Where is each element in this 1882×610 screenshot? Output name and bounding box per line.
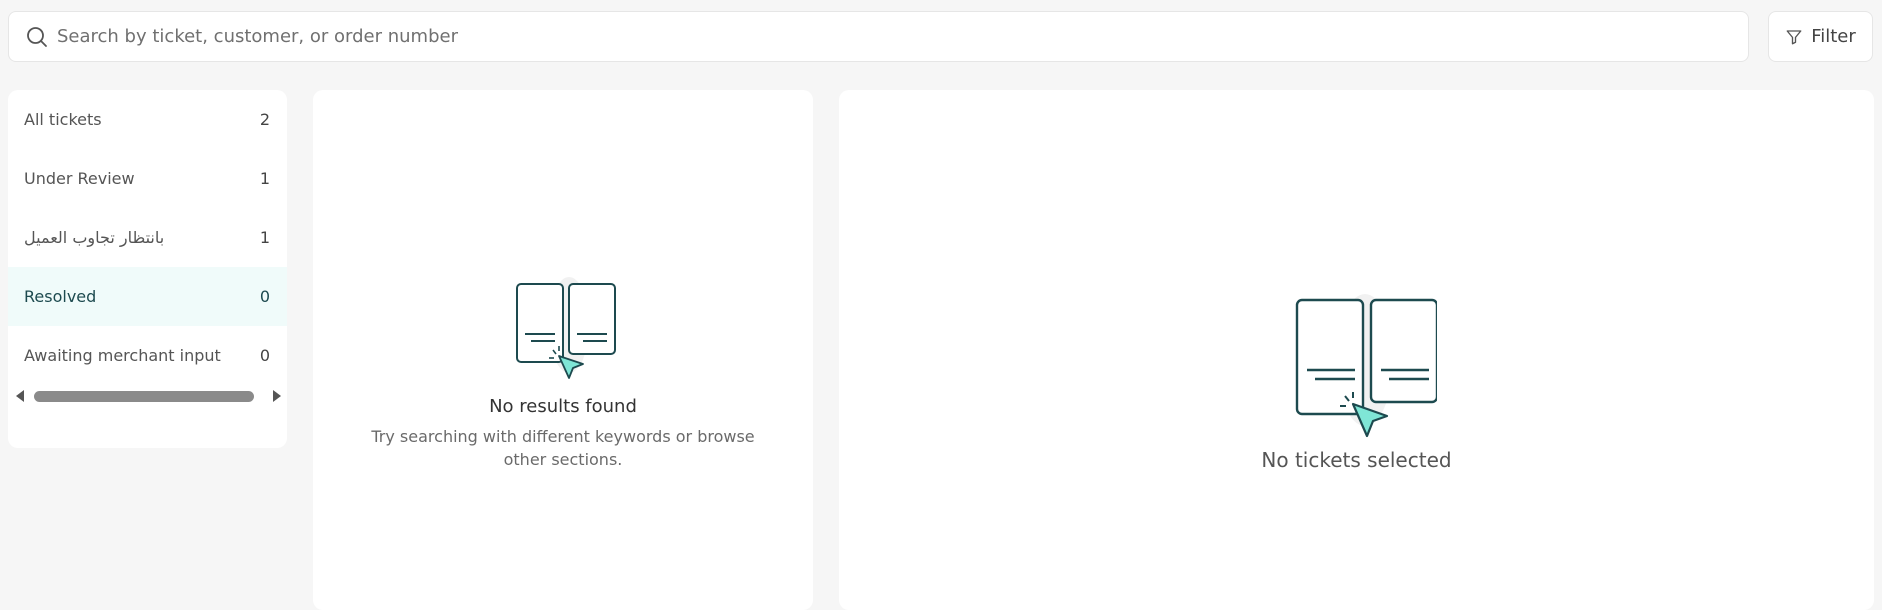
ticket-detail-panel: No tickets selected [839, 90, 1874, 610]
sidebar-item-count: 1 [259, 169, 270, 188]
scroll-left-icon[interactable] [16, 390, 24, 402]
sidebar-item-count: 2 [259, 110, 270, 129]
ticket-list-panel: No results found Try searching with diff… [313, 90, 813, 610]
sidebar-item-count: 0 [259, 287, 270, 306]
empty-results-title: No results found [489, 396, 637, 417]
no-ticket-selected-illustration-icon [1295, 294, 1437, 438]
sidebar-item-label: بانتظار تجاوب العميل [24, 228, 165, 247]
filter-button[interactable]: Filter [1768, 11, 1873, 62]
no-selection-state: No tickets selected [839, 282, 1874, 472]
empty-results-state: No results found Try searching with diff… [313, 270, 813, 471]
sidebar-item-label: Under Review [24, 169, 135, 188]
search-input[interactable] [57, 21, 1707, 52]
empty-results-description: Try searching with different keywords or… [371, 427, 755, 469]
horizontal-scrollbar[interactable] [12, 387, 284, 405]
top-bar: Filter [0, 0, 1882, 74]
filter-icon [1786, 29, 1802, 44]
status-sidebar: All tickets 2 Under Review 1 بانتظار تجا… [8, 90, 287, 448]
scrollbar-thumb[interactable] [34, 390, 254, 402]
filter-label: Filter [1811, 26, 1856, 47]
sidebar-item-count: 1 [259, 228, 270, 247]
no-selection-title: No tickets selected [1261, 448, 1452, 472]
sidebar-item-awaiting-merchant[interactable]: Awaiting merchant input 0 [8, 326, 287, 385]
empty-tickets-illustration-icon [516, 277, 616, 379]
search-bar[interactable] [8, 11, 1749, 62]
search-icon [27, 26, 47, 47]
sidebar-item-label: Awaiting merchant input [24, 346, 221, 365]
scroll-right-icon[interactable] [273, 390, 281, 402]
sidebar-item-awaiting-customer[interactable]: بانتظار تجاوب العميل 1 [8, 208, 287, 267]
sidebar-item-resolved[interactable]: Resolved 0 [8, 267, 287, 326]
sidebar-item-all-tickets[interactable]: All tickets 2 [8, 90, 287, 149]
sidebar-item-label: Resolved [24, 287, 97, 306]
sidebar-item-under-review[interactable]: Under Review 1 [8, 149, 287, 208]
sidebar-item-label: All tickets [24, 110, 102, 129]
sidebar-item-count: 0 [259, 346, 270, 365]
